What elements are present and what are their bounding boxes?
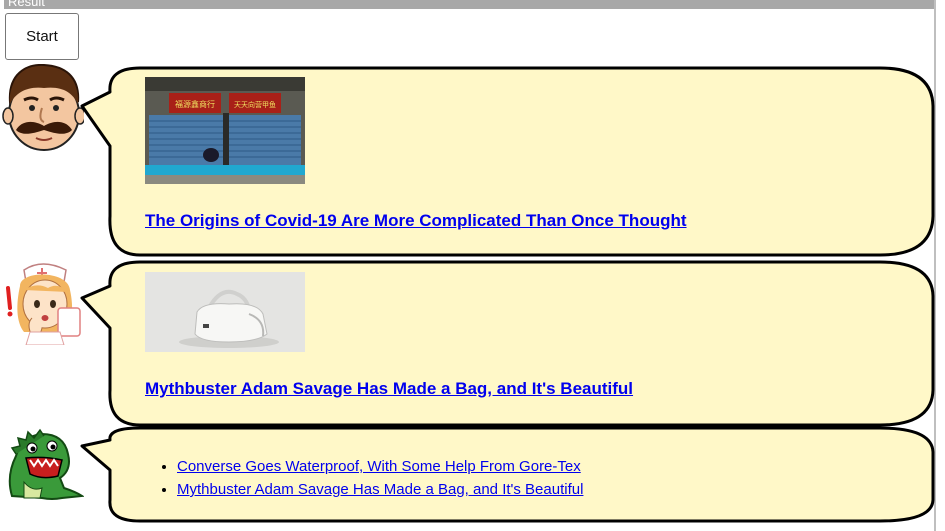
list-item: Mythbuster Adam Savage Has Made a Bag, a… <box>177 478 583 501</box>
green-dinosaur-avatar <box>2 426 85 502</box>
white-bag-photo <box>145 272 305 352</box>
result-header-title: Result <box>8 0 45 9</box>
sign-right-text: 天天向营甲鱼 <box>234 100 276 109</box>
related-links-list: Converse Goes Waterproof, With Some Help… <box>145 455 583 501</box>
article-headline-bag[interactable]: Mythbuster Adam Savage Has Made a Bag, a… <box>145 379 633 399</box>
mustache-man-avatar <box>2 63 86 154</box>
sign-left-text: 福源鑫商行 <box>175 99 215 109</box>
link-converse[interactable]: Converse Goes Waterproof, With Some Help… <box>177 458 581 475</box>
list-item: Converse Goes Waterproof, With Some Help… <box>177 455 583 478</box>
link-adam-savage-bag[interactable]: Mythbuster Adam Savage Has Made a Bag, a… <box>177 481 583 498</box>
start-button[interactable]: Start <box>5 13 79 60</box>
article-headline-covid[interactable]: The Origins of Covid-19 Are More Complic… <box>145 211 687 231</box>
surprised-nurse-avatar <box>2 260 84 346</box>
result-header-bar: Result <box>4 0 934 9</box>
storefront-photo: 福源鑫商行 天天向营甲鱼 <box>145 77 305 184</box>
